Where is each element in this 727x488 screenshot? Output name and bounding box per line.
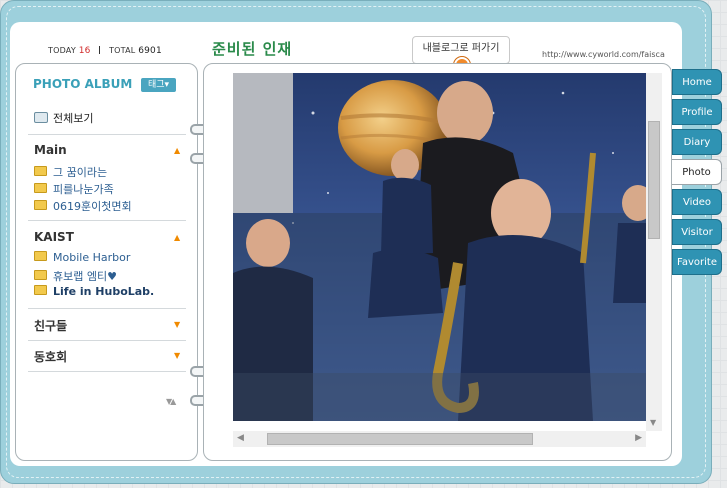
folder-icon: [34, 183, 47, 193]
photo-image: [233, 73, 646, 421]
folder-group-friends[interactable]: 친구들: [34, 317, 67, 334]
divider: [28, 220, 186, 221]
share-to-blog-button[interactable]: 내블로그로 퍼가기: [412, 36, 510, 73]
folder-label: Mobile Harbor: [53, 251, 131, 264]
expand-icon[interactable]: ▼: [174, 320, 180, 329]
site-title[interactable]: 준비된 인재: [212, 38, 292, 59]
tab-home[interactable]: Home: [672, 69, 722, 95]
scroll-right-icon[interactable]: ▶: [635, 433, 642, 443]
divider: [28, 134, 186, 135]
folder-label: 그 꿈이라는: [53, 166, 108, 179]
tab-photo[interactable]: Photo: [672, 159, 722, 185]
folder-group-main[interactable]: Main: [34, 143, 67, 157]
view-all-label: 전체보기: [53, 112, 94, 125]
collapse-icon[interactable]: ▲: [174, 146, 180, 155]
folder-item[interactable]: 0619훈이첫면회: [34, 198, 132, 214]
view-all-link[interactable]: 전체보기: [34, 110, 93, 126]
homepage-url[interactable]: http://www.cyworld.com/faisca: [542, 50, 665, 59]
folder-icon: [34, 251, 47, 261]
divider: [28, 371, 186, 372]
album-title: PHOTO ALBUM: [33, 77, 133, 91]
divider: [28, 308, 186, 309]
scroll-more-icon[interactable]: ▼▲: [166, 397, 176, 406]
expand-icon[interactable]: ▼: [174, 351, 180, 360]
folder-label: 휴보랩 엠티♥: [53, 270, 117, 283]
tab-video[interactable]: Video: [672, 189, 722, 215]
folder-label: 피를나눈가족: [53, 183, 114, 196]
vertical-scroll-thumb[interactable]: [648, 121, 660, 239]
folder-item[interactable]: 피를나눈가족: [34, 181, 114, 197]
folder-icon: [34, 270, 47, 280]
tag-dropdown-button[interactable]: 태그▾: [141, 78, 176, 92]
album-photo[interactable]: [233, 73, 646, 421]
photo-album-sidebar: PHOTO ALBUM 태그▾ 전체보기 Main ▲ 그 꿈이라는 피를나눈가…: [15, 63, 198, 461]
divider: [28, 340, 186, 341]
share-to-blog-label: 내블로그로 퍼가기: [422, 43, 500, 54]
tab-diary[interactable]: Diary: [672, 129, 722, 155]
folder-group-club[interactable]: 동호회: [34, 348, 67, 365]
tab-profile[interactable]: Profile: [672, 99, 722, 125]
folder-label: Life in HuboLab.: [53, 285, 155, 298]
scroll-left-icon[interactable]: ◀: [237, 433, 244, 443]
total-label: TOTAL: [109, 46, 136, 55]
folder-item[interactable]: Mobile Harbor: [34, 251, 130, 264]
counter-divider: [99, 46, 101, 54]
tab-favorite[interactable]: Favorite: [672, 249, 722, 275]
collapse-icon[interactable]: ▲: [174, 233, 180, 242]
folder-group-kaist[interactable]: KAIST: [34, 230, 74, 244]
total-count: 6901: [138, 46, 162, 56]
folder-item[interactable]: 그 꿈이라는: [34, 164, 107, 180]
album-icon: [34, 112, 48, 123]
tab-visitor[interactable]: Visitor: [672, 219, 722, 245]
folder-item[interactable]: Life in HuboLab.: [34, 285, 154, 298]
folder-icon: [34, 285, 47, 295]
horizontal-scroll-thumb[interactable]: [267, 433, 533, 445]
vertical-scrollbar[interactable]: ▼: [646, 73, 662, 431]
horizontal-scrollbar[interactable]: ◀ ▶: [233, 431, 646, 447]
folder-label: 0619훈이첫면회: [53, 200, 132, 213]
today-label: TODAY: [48, 46, 76, 55]
today-count: 16: [78, 46, 91, 56]
folder-item[interactable]: 휴보랩 엠티♥: [34, 268, 117, 284]
folder-icon: [34, 166, 47, 176]
folder-icon: [34, 200, 47, 210]
scroll-down-icon[interactable]: ▼: [650, 418, 656, 427]
visitor-counter: TODAY 16 TOTAL 6901: [48, 46, 162, 56]
